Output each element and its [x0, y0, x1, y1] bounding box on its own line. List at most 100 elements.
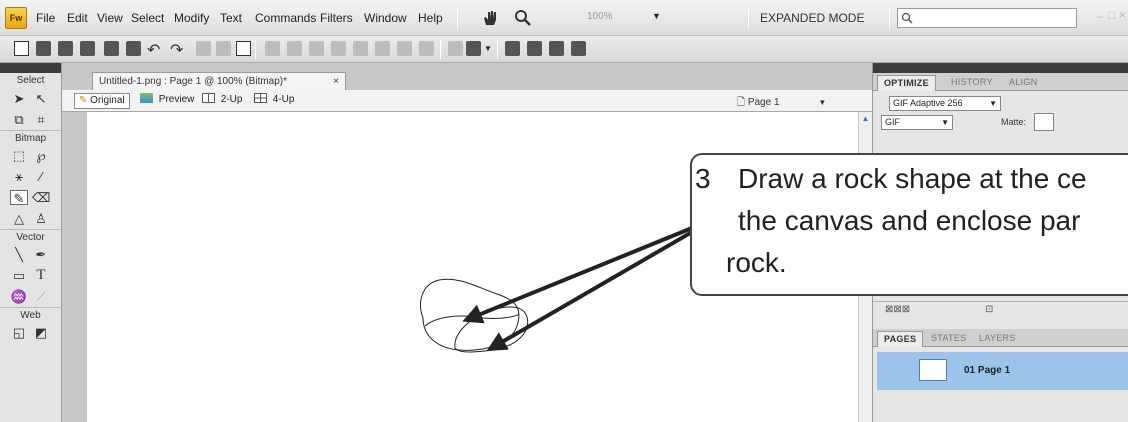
group-icon[interactable] [265, 41, 280, 56]
view-original-button[interactable]: ✎ Original [74, 93, 130, 109]
menu-window[interactable]: Window [364, 11, 407, 25]
knife-tool-icon[interactable]: ⟋ [32, 289, 50, 304]
hand-tool-icon[interactable] [481, 9, 499, 27]
open-icon[interactable] [58, 41, 73, 56]
menu-separator [457, 7, 458, 29]
align-icon[interactable] [466, 41, 481, 56]
rubber-stamp-tool-icon[interactable]: ♙ [32, 211, 50, 226]
menu-help[interactable]: Help [418, 11, 443, 25]
tools-section-vector: Vector [0, 229, 61, 244]
pointer-tool-icon[interactable]: ➤ [10, 91, 28, 106]
tools-panel-grip[interactable] [0, 63, 61, 73]
rotate-ccw-icon[interactable] [505, 41, 520, 56]
brush-tool-icon[interactable]: ⁄ [32, 169, 50, 184]
freeform-tool-icon[interactable]: ♒ [10, 289, 28, 304]
zoom-level-field[interactable]: 100% [587, 11, 613, 22]
rectangle-tool-icon[interactable]: ▭ [10, 268, 28, 283]
magic-wand-tool-icon[interactable]: ⚹ [10, 169, 28, 184]
view-preview-label: Preview [158, 94, 195, 105]
copy-icon[interactable] [216, 41, 231, 56]
tab-layers[interactable]: LAYERS [973, 331, 1022, 347]
minimize-window-icon[interactable]: – [1097, 9, 1104, 23]
tab-optimize[interactable]: OPTIMIZE [877, 75, 936, 91]
page-list-item[interactable]: 01 Page 1 [877, 352, 1128, 390]
hotspot-tool-icon[interactable]: ◱ [10, 325, 28, 340]
print-icon[interactable] [126, 41, 141, 56]
export-format-select[interactable]: GIF ▼ [881, 115, 953, 130]
text-tool-icon[interactable]: T [32, 268, 50, 283]
import-icon[interactable] [80, 41, 95, 56]
scale-tool-icon[interactable]: ⧉ [10, 112, 28, 127]
preview-icon [140, 93, 153, 103]
scroll-up-icon[interactable]: ▲ [861, 114, 870, 123]
undo-icon[interactable]: ↶ [147, 40, 160, 60]
menu-view[interactable]: View [97, 11, 123, 25]
zoom-tool-icon[interactable] [514, 9, 532, 27]
crop-tool-icon[interactable]: ⌗ [32, 112, 50, 127]
workspace-mode-label: EXPANDED MODE [760, 11, 865, 25]
line-tool-icon[interactable]: ╲ [10, 247, 28, 262]
redo-icon[interactable]: ↷ [170, 40, 183, 60]
menu-filters[interactable]: Filters [320, 11, 353, 25]
four-up-icon [254, 93, 267, 103]
page-icon: 🗋 [737, 97, 746, 108]
split-icon[interactable] [331, 41, 346, 56]
fireworks-logo: Fw [5, 7, 27, 29]
page-selector[interactable]: 🗋 Page 1 ▼ [737, 95, 826, 112]
menu-modify[interactable]: Modify [174, 11, 209, 25]
restore-window-icon[interactable]: □ [1108, 8, 1115, 22]
menu-edit[interactable]: Edit [67, 11, 88, 25]
eraser-tool-icon[interactable]: ⌫ [32, 190, 50, 205]
flip-vertical-icon[interactable] [571, 41, 586, 56]
flip-horizontal-icon[interactable] [549, 41, 564, 56]
marquee-tool-icon[interactable]: ⬚ [10, 148, 28, 163]
optimize-options-icon[interactable]: ⊠⊠⊠ [885, 304, 910, 315]
join-icon[interactable] [309, 41, 324, 56]
export-icon[interactable] [104, 41, 119, 56]
bring-to-front-icon[interactable] [397, 41, 412, 56]
cut-icon[interactable] [196, 41, 211, 56]
bring-forward-icon[interactable] [353, 41, 368, 56]
slice-tool-icon[interactable]: ◩ [32, 325, 50, 340]
chevron-down-icon: ▼ [989, 99, 997, 108]
search-input[interactable] [897, 8, 1077, 28]
blur-tool-icon[interactable]: △ [10, 211, 28, 226]
main-toolbar: ↶ ↷ ▼ [0, 36, 1128, 63]
matte-color-swatch[interactable] [1034, 113, 1054, 131]
lasso-tool-icon[interactable]: ℘ [32, 148, 50, 163]
pen-tool-icon[interactable]: ✒ [32, 247, 50, 262]
new-file-icon[interactable] [14, 41, 29, 56]
workspace-mode-switcher[interactable]: EXPANDED MODE ▼ [760, 8, 880, 44]
view-preview-button[interactable]: Preview [136, 93, 198, 109]
zoom-dropdown-icon[interactable]: ▼ [652, 11, 661, 21]
align-dropdown-icon[interactable]: ▼ [484, 44, 492, 53]
tab-history[interactable]: HISTORY [945, 75, 999, 91]
tab-states[interactable]: STATES [925, 331, 972, 347]
tab-pages[interactable]: PAGES [877, 331, 924, 347]
panel-dock-grip[interactable] [873, 63, 1128, 73]
save-icon[interactable] [36, 41, 51, 56]
paste-icon[interactable] [236, 41, 251, 56]
menu-text[interactable]: Text [220, 11, 242, 25]
send-to-back-icon[interactable] [419, 41, 434, 56]
ungroup-icon[interactable] [287, 41, 302, 56]
pencil-tool-icon[interactable]: ✎ [10, 190, 28, 206]
menu-file[interactable]: File [36, 11, 55, 25]
close-window-icon[interactable]: × [1119, 8, 1126, 22]
document-tab[interactable]: Untitled-1.png : Page 1 @ 100% (Bitmap)*… [92, 72, 346, 90]
view-4up-button[interactable]: 4-Up [250, 93, 298, 109]
export-wizard-icon[interactable]: ⊡ [985, 304, 993, 315]
menu-bar: Fw File Edit View Select Modify Text Com… [0, 0, 1128, 44]
menu-select[interactable]: Select [131, 11, 164, 25]
tab-align[interactable]: ALIGN [1003, 75, 1044, 91]
callout-text-line-2: the canvas and enclose par [738, 205, 1081, 236]
rotate-cw-icon[interactable] [527, 41, 542, 56]
distribute-icon[interactable] [448, 41, 463, 56]
send-backward-icon[interactable] [375, 41, 390, 56]
menu-commands[interactable]: Commands [255, 11, 316, 25]
close-tab-icon[interactable]: × [333, 73, 339, 90]
subselect-tool-icon[interactable]: ↖ [32, 91, 50, 106]
callout-step-number: 3 [695, 163, 711, 194]
view-2up-button[interactable]: 2-Up [198, 93, 246, 109]
optimize-preset-select[interactable]: GIF Adaptive 256 ▼ [889, 96, 1001, 111]
